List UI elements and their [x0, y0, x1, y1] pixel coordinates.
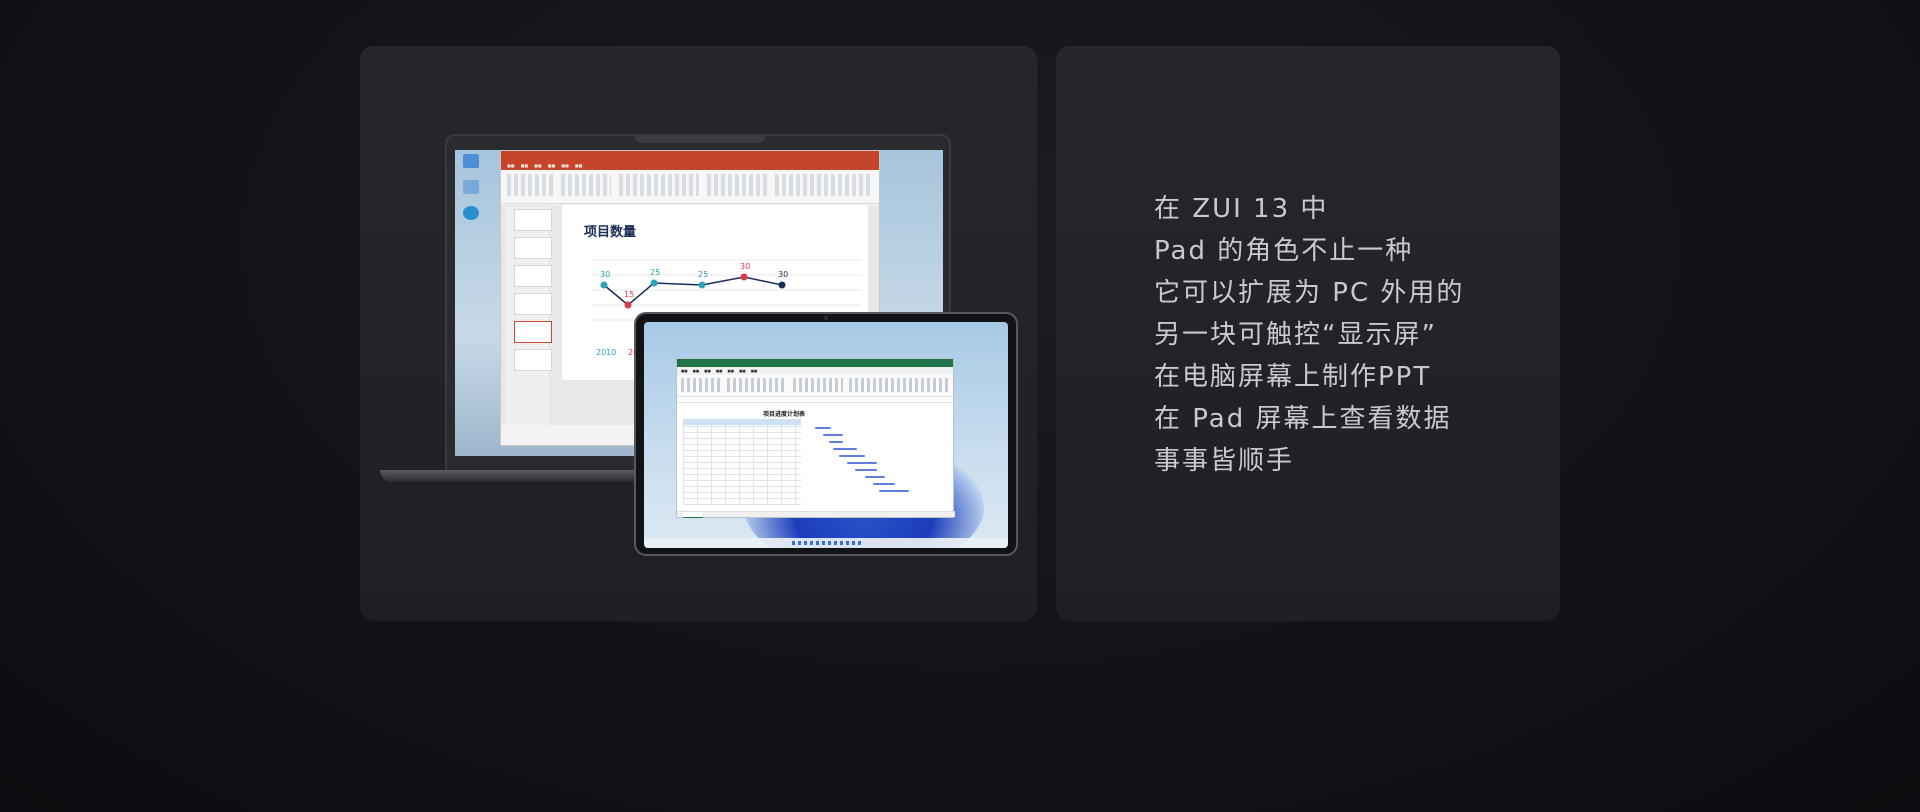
- slide-thumbnails-pane: [505, 207, 552, 433]
- chart-data-label: 25: [650, 268, 660, 277]
- gantt-bar: [865, 476, 885, 478]
- ribbon-group: [619, 174, 699, 196]
- sheet-table-header: [683, 419, 801, 425]
- copy-line: 事事皆顺手: [1154, 446, 1295, 476]
- excel-formula-bar: [677, 397, 953, 403]
- ribbon-group: [707, 174, 767, 196]
- chart-point: [740, 273, 748, 281]
- menu-tab: ■■: [520, 163, 529, 168]
- menu-tab: ■■: [692, 369, 700, 373]
- ribbon-group: [775, 174, 871, 196]
- gantt-bar: [873, 483, 895, 485]
- menu-tab: ■■: [547, 163, 556, 168]
- slide-thumbnail-active: [514, 321, 552, 343]
- menu-tab: ■■: [715, 369, 723, 373]
- copy-line: Pad 的角色不止一种: [1154, 236, 1414, 266]
- chart-point: [650, 279, 658, 287]
- slide-thumbnail: [514, 293, 552, 315]
- ribbon-group: [849, 378, 949, 392]
- feature-description: 在 ZUI 13 中 Pad 的角色不止一种 它可以扩展为 PC 外用的 另一块…: [1154, 188, 1464, 482]
- gantt-bar: [815, 427, 831, 429]
- gantt-bar: [839, 455, 865, 457]
- chart-point: [778, 281, 786, 289]
- slide-thumbnail: [514, 237, 552, 259]
- menu-tab: ■■: [561, 163, 569, 168]
- gantt-bar: [855, 469, 877, 471]
- slide-thumbnail: [514, 209, 552, 231]
- chart-data-label: 25: [698, 270, 708, 279]
- devices-showcase-card: ■■ ■■ ■■ ■■ ■■ ■■ 项目数量 30 15 25 25 30 30…: [360, 46, 1037, 621]
- gantt-bar: [829, 441, 843, 443]
- desktop-shortcut-icon: [463, 180, 479, 194]
- menu-tab: ■■: [507, 163, 515, 168]
- copy-line: 在 ZUI 13 中: [1154, 194, 1329, 224]
- excel-ribbon: [677, 375, 953, 397]
- chart-data-label: 30: [740, 262, 750, 271]
- slide-thumbnail: [514, 349, 552, 371]
- edge-browser-icon: [463, 206, 479, 220]
- excel-window: ■■ ■■ ■■ ■■ ■■ ■■ ■■ 项目进度计划表: [676, 358, 955, 518]
- taskbar-icons: [792, 541, 862, 545]
- copy-line: 在电脑屏幕上制作PPT: [1154, 362, 1432, 392]
- excel-sheet-tabs: [677, 511, 955, 518]
- tablet-screen: ■■ ■■ ■■ ■■ ■■ ■■ ■■ 项目进度计划表: [644, 322, 1008, 548]
- laptop-base: [380, 470, 652, 482]
- menu-tab: ■■: [534, 163, 542, 168]
- ribbon-group: [561, 174, 611, 196]
- ribbon-group: [727, 378, 787, 392]
- chart-point: [624, 301, 632, 309]
- excel-menu-bar: ■■ ■■ ■■ ■■ ■■ ■■ ■■: [677, 367, 953, 375]
- gantt-bar: [823, 434, 843, 436]
- chart-point: [698, 281, 706, 289]
- laptop-camera-notch: [635, 134, 765, 143]
- gantt-bar: [833, 448, 857, 450]
- feature-copy-card: 在 ZUI 13 中 Pad 的角色不止一种 它可以扩展为 PC 外用的 另一块…: [1056, 46, 1560, 621]
- chart-data-label: 30: [778, 270, 788, 279]
- menu-tab: ■■: [750, 369, 758, 373]
- sheet-table: [683, 419, 801, 505]
- ribbon-group: [681, 378, 721, 392]
- powerpoint-menu-bar: ■■ ■■ ■■ ■■ ■■ ■■: [501, 161, 879, 170]
- ribbon-group: [507, 174, 553, 196]
- tablet-camera: [824, 316, 828, 320]
- recycle-bin-icon: [463, 154, 479, 168]
- menu-tab: ■■: [727, 369, 735, 373]
- windows-taskbar: [644, 538, 1008, 548]
- menu-tab: ■■: [704, 369, 711, 373]
- ribbon-group: [793, 378, 843, 392]
- chart-data-label: 30: [600, 270, 610, 279]
- gantt-bar: [847, 462, 877, 464]
- copy-line: 它可以扩展为 PC 外用的: [1154, 278, 1465, 308]
- menu-tab: ■■: [681, 369, 688, 373]
- chart-point: [600, 281, 608, 289]
- tablet-device: ■■ ■■ ■■ ■■ ■■ ■■ ■■ 项目进度计划表: [634, 312, 1018, 556]
- powerpoint-titlebar: [501, 151, 879, 161]
- excel-titlebar: [677, 359, 953, 367]
- copy-line: 在 Pad 屏幕上查看数据: [1154, 404, 1452, 434]
- menu-tab: ■■: [574, 163, 583, 168]
- gantt-bar: [879, 490, 909, 492]
- chart-data-label: 15: [624, 290, 634, 299]
- chart-axis-label: 2010: [596, 348, 616, 357]
- copy-line: 另一块可触控“显示屏”: [1154, 320, 1437, 350]
- excel-sheet: 项目进度计划表: [683, 407, 949, 505]
- powerpoint-ribbon: [501, 170, 879, 204]
- sheet-heading: 项目进度计划表: [763, 411, 806, 418]
- menu-tab: ■■: [739, 369, 746, 373]
- sheet-tab: [683, 512, 703, 518]
- slide-thumbnail: [514, 265, 552, 287]
